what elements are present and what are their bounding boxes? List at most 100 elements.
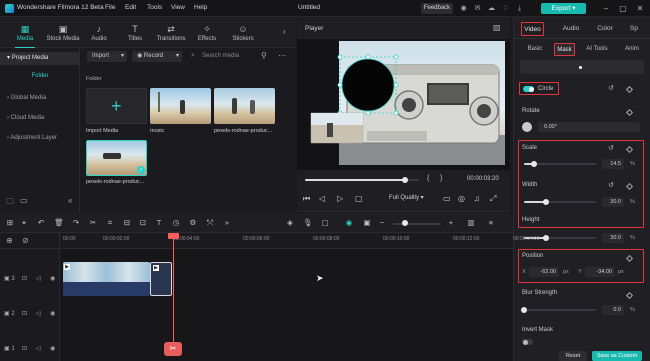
bulb-icon[interactable]: ♢	[501, 4, 510, 13]
shield-icon[interactable]: ◈	[285, 218, 295, 228]
undo-icon[interactable]: ↶	[36, 218, 46, 228]
more-tools-icon[interactable]: »	[222, 218, 232, 228]
quality-dropdown[interactable]: Full Quality ▾	[389, 194, 424, 205]
playhead-line[interactable]	[173, 236, 174, 354]
tab-media[interactable]: ▦ Media	[8, 17, 42, 48]
menu-edit[interactable]: Edit	[125, 4, 136, 11]
blur-slider[interactable]	[524, 309, 596, 311]
lock-icon[interactable]: ⊡	[22, 310, 27, 317]
reset-button[interactable]: Reset	[559, 351, 587, 361]
snapshot-view-icon[interactable]: ▨	[493, 23, 501, 32]
subtab-ai-tools[interactable]: AI Tools	[582, 43, 612, 56]
cloud-icon[interactable]: ☁	[487, 4, 496, 13]
import-media-tile[interactable]: +	[86, 88, 147, 124]
scale-input[interactable]: 14.5	[602, 159, 624, 169]
speaker-icon[interactable]: ◁	[36, 275, 41, 282]
tab-effects[interactable]: ✧ Effects	[192, 17, 222, 48]
maximize-icon[interactable]: ▢	[617, 3, 629, 14]
position-x-input[interactable]: -62.00	[529, 267, 559, 277]
sidebar-item-project-media[interactable]: ▾ Project Media	[0, 52, 80, 65]
notification-icon[interactable]: ✉	[473, 4, 482, 13]
fullscreen-icon[interactable]: ⤢	[490, 194, 496, 204]
adjust-icon[interactable]: ⚙	[188, 218, 198, 228]
fit-icon[interactable]: ▥	[466, 218, 476, 228]
redo-icon[interactable]: ↷	[71, 218, 81, 228]
sidebar-item-global-media[interactable]: › Global Media	[0, 92, 80, 105]
reset-icon[interactable]: ↺	[608, 181, 614, 189]
tab-video[interactable]: Video	[521, 22, 544, 36]
tab-transitions[interactable]: ⇄ Transitions	[153, 17, 189, 48]
height-slider-knob[interactable]	[543, 235, 549, 241]
eye-icon[interactable]: ◉	[50, 275, 55, 282]
blur-input[interactable]: 0.0	[602, 305, 624, 315]
record-audio-icon[interactable]: ▢	[320, 218, 330, 228]
menu-tools[interactable]: Tools	[147, 4, 162, 11]
zoom-in-icon[interactable]: +	[446, 218, 456, 228]
display-icon[interactable]: ▭	[443, 194, 451, 203]
scale-slider-knob[interactable]	[531, 161, 537, 167]
keyframe-icon[interactable]	[625, 85, 634, 94]
video-clip[interactable]: ▶	[63, 262, 150, 296]
width-input[interactable]: 30.0	[602, 197, 624, 207]
save-as-custom-button[interactable]: Save as Custom	[592, 351, 642, 361]
sidebar-item-folder[interactable]: Folder	[0, 70, 80, 83]
menu-file[interactable]: File	[105, 4, 115, 11]
speaker-icon[interactable]: ◁	[36, 345, 41, 352]
cut-icon[interactable]: ✂	[88, 218, 98, 228]
width-slider-knob[interactable]	[543, 199, 549, 205]
collapse-icon[interactable]: «	[68, 196, 72, 205]
record-dropdown[interactable]: ◉ Record ▾	[132, 51, 182, 62]
tab-stock-media[interactable]: ▣ Stock Media	[44, 17, 82, 48]
playhead-handle[interactable]	[168, 233, 179, 239]
snapshot-icon[interactable]: ▣	[362, 218, 372, 228]
reset-icon[interactable]: ↺	[608, 84, 614, 92]
keyframe-icon[interactable]	[625, 291, 634, 300]
music-thumbnail[interactable]	[150, 88, 211, 124]
list-icon[interactable]: ≡	[486, 218, 496, 228]
subtab-basic[interactable]: Basic	[524, 43, 546, 56]
lock-icon[interactable]: ⊡	[22, 345, 27, 352]
import-dropdown[interactable]: Import ▾	[87, 51, 127, 62]
export-button[interactable]: Export ▾	[541, 3, 586, 14]
prev-frame-icon[interactable]: ⏮	[303, 194, 310, 204]
mark-out-icon[interactable]: }	[440, 175, 442, 182]
text-icon[interactable]: T	[154, 218, 164, 228]
playback-knob[interactable]	[402, 177, 408, 183]
more-icon[interactable]: ⋯	[278, 51, 286, 60]
tab-titles[interactable]: T Titles	[120, 17, 150, 48]
link-icon[interactable]: ⊘	[22, 236, 29, 245]
timeline-tracks[interactable]: ▶ ▶ ➤	[60, 249, 513, 361]
timeline-ruler[interactable]: 00:00 00:00:02:00 00:00:04:00 00:00:06:0…	[60, 233, 539, 249]
sidebar-item-cloud-media[interactable]: › Cloud Media	[0, 112, 80, 125]
mark-in-icon[interactable]: {	[427, 175, 429, 182]
selected-clip[interactable]: ▶	[150, 262, 172, 296]
toggle-switch[interactable]	[523, 86, 534, 92]
tab-speed[interactable]: Sp	[624, 22, 644, 36]
zoom-slider[interactable]	[393, 223, 441, 225]
invert-mask-toggle[interactable]	[522, 339, 533, 345]
folder-open-icon[interactable]: ▭	[20, 196, 28, 205]
select-tool-icon[interactable]: ⌖	[19, 218, 29, 228]
auto-highlight-icon[interactable]: ◉	[344, 218, 354, 228]
chevron-right-icon[interactable]: ›	[283, 27, 286, 36]
height-input[interactable]: 30.0	[602, 233, 624, 243]
split-icon[interactable]: ⊟	[122, 218, 132, 228]
play-icon[interactable]: ▷	[337, 194, 343, 203]
feedback-button[interactable]: Feedback	[421, 3, 453, 14]
speaker-icon[interactable]: ◁	[36, 310, 41, 317]
circle-mask-toggle[interactable]: Circle	[519, 82, 559, 95]
close-icon[interactable]: ✕	[634, 3, 646, 14]
download-icon[interactable]: ⤓	[515, 4, 524, 13]
subtab-animation[interactable]: Anim	[618, 43, 646, 56]
layout-grid-icon[interactable]: ⊞	[5, 218, 15, 228]
menu-view[interactable]: View	[171, 4, 185, 11]
minimize-icon[interactable]: –	[600, 3, 612, 14]
motion-icon[interactable]: ⤲	[205, 218, 215, 228]
stop-icon[interactable]: ▢	[355, 194, 363, 203]
volume-icon[interactable]: ♫	[474, 194, 480, 203]
tab-audio-props[interactable]: Audio	[558, 22, 584, 36]
rotate-input[interactable]: 0.00°	[538, 122, 640, 132]
delete-icon[interactable]: 🗑	[54, 218, 64, 228]
account-icon[interactable]: ◉	[459, 4, 468, 13]
blur-slider-knob[interactable]	[521, 307, 527, 313]
